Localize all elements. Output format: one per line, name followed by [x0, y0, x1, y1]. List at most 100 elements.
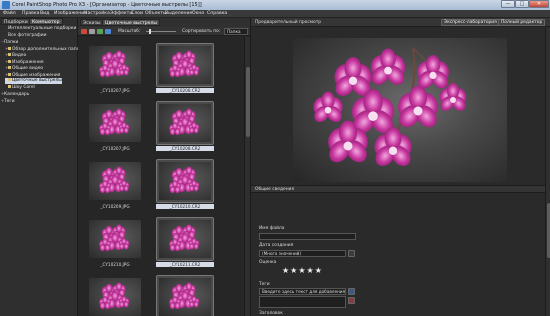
thumbnail[interactable]: _CY10210.CR2: [156, 159, 214, 211]
info-title: Общие сведения: [255, 187, 295, 192]
star-icon[interactable]: ★: [282, 266, 290, 275]
thumbnail[interactable]: _CY10211.CR2: [156, 217, 214, 269]
app-icon: [2, 1, 10, 9]
tree-item[interactable]: Цветочные выстрелы: [5, 78, 62, 84]
thumbnail[interactable]: _CY10207.JPG: [86, 43, 144, 95]
thumbnail[interactable]: _CY10212.CR2: [156, 275, 214, 316]
orchid-center: [388, 146, 398, 155]
orchid-petal: [189, 127, 195, 134]
full-editor-button[interactable]: Полный редактор: [498, 19, 546, 26]
caption-label: Заголовок: [259, 311, 283, 316]
menu-item-7[interactable]: Объекты: [145, 11, 167, 16]
orchid-center: [384, 66, 392, 75]
minimize-button[interactable]: —: [501, 0, 515, 8]
tag-input[interactable]: Введите здесь текст для добавления тег: [259, 288, 346, 295]
tree-item[interactable]: + Видео: [5, 52, 26, 58]
thumbnail[interactable]: _CY10208.CR2: [156, 43, 214, 95]
menu-item-6[interactable]: Слои: [131, 11, 143, 16]
tree-item-label: Изображения: [12, 59, 44, 65]
orchid-petal: [169, 243, 176, 252]
orchid-petal: [119, 185, 125, 192]
orchid-thumbnail-image: [159, 46, 211, 84]
thumbnail-caption: _CY10209.JPG: [100, 204, 130, 209]
tree-item[interactable]: Шоу Corel: [5, 84, 35, 91]
rotate-icon[interactable]: [81, 29, 87, 34]
tab-collections[interactable]: Подборки: [1, 18, 31, 25]
tree-item[interactable]: Все фотографии: [5, 33, 46, 39]
thumbnail-caption: _CY10207.JPG: [100, 88, 130, 93]
tab-computer[interactable]: Компьютер: [29, 18, 63, 25]
folder-icon: [8, 46, 11, 50]
menu-item-9[interactable]: Окно: [192, 11, 204, 16]
menu-item-10[interactable]: Справка: [207, 11, 227, 16]
tree-item-label: Цветочные выстрелы: [12, 78, 62, 83]
orchid-thumbnail-image: [159, 278, 211, 316]
share-icon[interactable]: [105, 29, 111, 34]
tree-item-label: Все фотографии: [8, 32, 47, 38]
calendar-icon[interactable]: [348, 250, 355, 257]
rating-stars[interactable]: ★★★★★: [282, 266, 323, 275]
tree-item[interactable]: +Теги: [1, 98, 15, 104]
orchid-petal: [189, 185, 195, 192]
tree-item[interactable]: + Общие изображения: [5, 72, 60, 78]
tab-flower-shots[interactable]: Цветочные выстрелы: [102, 19, 161, 26]
orchid-petal: [123, 69, 129, 76]
date-field[interactable]: (Много значений): [259, 250, 346, 257]
folder-icon: [8, 53, 11, 56]
thumbnail-grid: _CY10207.JPG _CY10208.CR2 _CY10207.JPG _CY1…: [78, 37, 244, 316]
menu-item-0[interactable]: Файл: [3, 11, 16, 16]
tag-list[interactable]: [259, 296, 346, 308]
thumbnail[interactable]: _CY10208.CR2: [156, 101, 214, 153]
photo-icon[interactable]: [97, 29, 103, 34]
tree-item[interactable]: + Обзор дополнительных папок: [5, 46, 82, 52]
sort-label: Сортировать по:: [182, 29, 221, 34]
tree-item[interactable]: −Папки: [1, 39, 18, 45]
orchid-petal: [104, 243, 111, 252]
orchid-petal: [99, 185, 106, 194]
star-icon[interactable]: ★: [315, 266, 323, 275]
close-button[interactable]: ✕: [529, 0, 549, 8]
menu-item-3[interactable]: Изображение: [54, 11, 87, 16]
tree-item[interactable]: + Изображения: [5, 59, 44, 65]
folder-icon: [8, 72, 11, 76]
menu-item-4[interactable]: Настройка: [84, 11, 110, 16]
remove-tag-icon[interactable]: [348, 297, 355, 304]
orchid-petal: [104, 185, 111, 194]
menu-item-2[interactable]: Вид: [40, 11, 49, 16]
tree-item[interactable]: Интеллектуальные подборки: [5, 26, 76, 32]
zoom-slider-thumb[interactable]: [149, 29, 151, 34]
maximize-button[interactable]: □: [515, 0, 529, 8]
tree-item-label: Интеллектуальные подборки: [8, 26, 77, 31]
orchid-thumbnail-image: [89, 46, 141, 84]
orchid-petal: [104, 69, 111, 78]
tab-thumbnails[interactable]: Эскизы: [80, 19, 104, 26]
orchid-petal: [99, 243, 106, 252]
thumbnail[interactable]: _CY10209.JPG: [86, 159, 144, 211]
menu-item-8[interactable]: Выделение: [165, 11, 192, 16]
info-scrollbar[interactable]: [545, 28, 550, 316]
orchid-petal: [189, 243, 195, 250]
thumbnail[interactable]: _CY10207.JPG: [86, 101, 144, 153]
orchid-thumbnail-image: [89, 220, 141, 258]
tree-item[interactable]: +Календарь: [1, 91, 29, 97]
folder-icon: [8, 78, 11, 81]
star-icon[interactable]: ★: [307, 266, 315, 275]
tree-item[interactable]: + Общие видео: [5, 65, 43, 71]
thumbnail-caption: _CY10208.CR2: [156, 146, 214, 151]
sort-dropdown[interactable]: Папка: [224, 28, 248, 35]
orchid-thumbnail-image: [159, 162, 211, 200]
thumbnail[interactable]: _CY10210.JPG: [86, 217, 144, 269]
express-lab-button[interactable]: Экспресс-лаборатория: [441, 19, 500, 26]
orchid-petal: [193, 301, 199, 308]
zoom-slider[interactable]: [146, 29, 176, 34]
orchid-petal: [169, 185, 176, 194]
menu-item-1[interactable]: Правка: [22, 11, 39, 16]
orchid-petal: [193, 69, 199, 76]
add-tag-icon[interactable]: [348, 288, 355, 295]
filename-field[interactable]: [259, 233, 356, 240]
orchid-petal: [169, 301, 176, 310]
menu-item-5[interactable]: Эффекты: [110, 11, 133, 16]
thumbnail[interactable]: _CY10211.JPG: [86, 275, 144, 316]
edit-icon[interactable]: [89, 29, 95, 34]
star-icon[interactable]: ★: [298, 266, 306, 275]
